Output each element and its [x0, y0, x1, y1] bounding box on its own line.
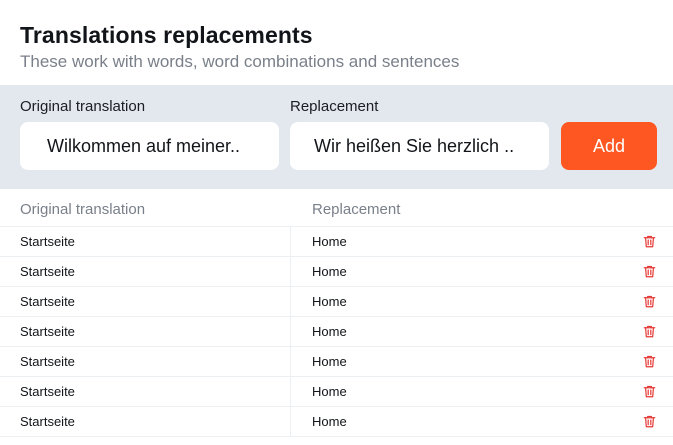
table-row: Startseite Home — [0, 347, 673, 377]
original-translation-cell: Startseite — [20, 384, 75, 399]
table-row: Startseite Home — [0, 287, 673, 317]
table-header: Original translation Replacement — [0, 189, 673, 227]
original-translation-label: Original translation — [20, 98, 146, 115]
table-row: Startseite Home — [0, 257, 673, 287]
page-header: Translations replacements These work wit… — [20, 20, 673, 73]
column-header-original: Original translation — [20, 201, 146, 218]
trash-icon[interactable] — [642, 234, 657, 249]
trash-icon[interactable] — [642, 414, 657, 429]
replacement-cell: Home — [312, 324, 347, 339]
original-translation-field[interactable] — [20, 122, 279, 170]
page-title: Translations replacements — [20, 22, 313, 48]
original-translation-cell: Startseite — [20, 264, 75, 279]
replacement-cell: Home — [312, 384, 347, 399]
replacements-table: Original translation Replacement Startse… — [0, 189, 673, 437]
column-divider — [290, 227, 291, 257]
replacement-cell: Home — [312, 294, 347, 309]
column-divider — [290, 317, 291, 347]
table-row: Startseite Home — [0, 227, 673, 257]
replacement-label: Replacement — [290, 98, 379, 115]
translations-replacements-page: Translations replacements These work wit… — [0, 0, 673, 445]
table-body: Startseite Home Startseite Home Startseite Ho… — [0, 227, 673, 437]
column-divider — [290, 377, 291, 407]
replacement-cell: Home — [312, 414, 347, 429]
replacement-cell: Home — [312, 234, 347, 249]
trash-icon[interactable] — [642, 384, 657, 399]
original-translation-cell: Startseite — [20, 294, 75, 309]
original-translation-cell: Startseite — [20, 324, 75, 339]
page-subtitle: These work with words, word combinations… — [20, 52, 460, 71]
trash-icon[interactable] — [642, 324, 657, 339]
table-row: Startseite Home — [0, 407, 673, 437]
replacement-input[interactable] — [314, 135, 525, 157]
column-divider — [290, 287, 291, 317]
add-replacement-form: Original translation Replacement Add — [0, 85, 673, 189]
table-row: Startseite Home — [0, 317, 673, 347]
trash-icon[interactable] — [642, 354, 657, 369]
trash-icon[interactable] — [642, 264, 657, 279]
column-header-replacement: Replacement — [312, 201, 401, 218]
column-divider — [290, 257, 291, 287]
replacement-cell: Home — [312, 354, 347, 369]
column-divider — [290, 407, 291, 437]
original-translation-cell: Startseite — [20, 354, 75, 369]
replacement-cell: Home — [312, 264, 347, 279]
replacement-field[interactable] — [290, 122, 549, 170]
original-translation-cell: Startseite — [20, 414, 75, 429]
table-row: Startseite Home — [0, 377, 673, 407]
trash-icon[interactable] — [642, 294, 657, 309]
original-translation-cell: Startseite — [20, 234, 75, 249]
original-translation-input[interactable] — [47, 135, 255, 157]
add-button[interactable]: Add — [561, 122, 657, 170]
column-divider — [290, 347, 291, 377]
